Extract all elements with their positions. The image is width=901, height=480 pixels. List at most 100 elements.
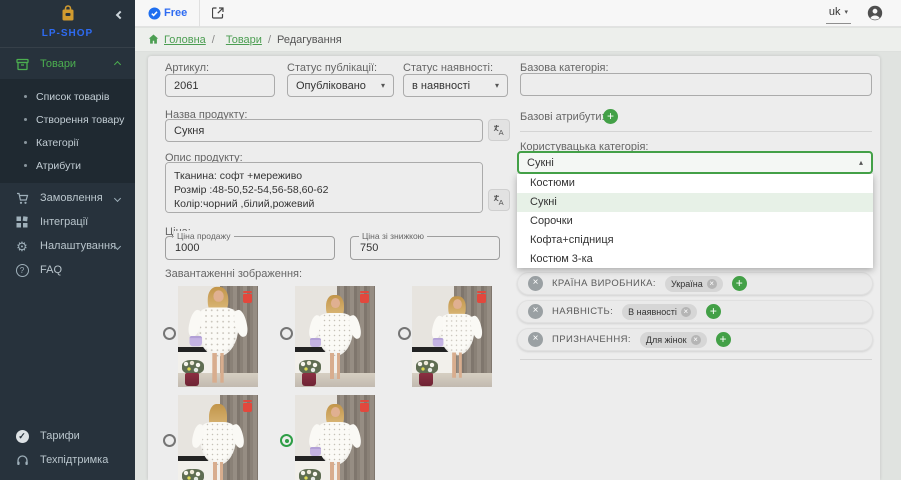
breadcrumb-current: Редагування — [277, 34, 342, 46]
sidebar-item-label: FAQ — [40, 264, 62, 276]
sidebar-item-attributes[interactable]: Атрибути — [0, 154, 135, 177]
plan-label: Free — [164, 7, 187, 19]
chevron-up-icon — [114, 60, 121, 67]
sidebar-item-tariffs[interactable]: ✓ Тарифи — [0, 424, 135, 448]
attribute-row-purpose: × ПРИЗНАЧЕННЯ: Для жінок× + — [517, 328, 873, 351]
avatar-icon — [867, 5, 883, 21]
publish-status-label: Статус публікації: — [287, 62, 377, 74]
delete-photo-icon[interactable] — [477, 291, 486, 303]
sidebar-item-faq[interactable]: ? FAQ — [0, 258, 135, 282]
sidebar-item-product-create[interactable]: Створення товару — [0, 108, 135, 131]
language-value: uk — [829, 6, 841, 18]
product-photo-2 — [295, 286, 375, 387]
sku-label: Артикул: — [165, 62, 209, 74]
remove-attribute-icon[interactable]: × — [528, 332, 543, 347]
sidebar-item-settings[interactable]: ⚙ Налаштування — [0, 234, 135, 258]
category-option-kofta[interactable]: Кофта+спідниця — [517, 230, 873, 249]
custom-category-select[interactable]: Сукні ▴ — [517, 151, 873, 174]
sidebar-collapse-icon[interactable] — [116, 11, 124, 19]
availability-status-label: Статус наявності: — [403, 62, 493, 74]
edit-product-card: Артикул: Статус публікації: Опубліковано… — [148, 56, 880, 480]
product-name-input[interactable] — [165, 119, 483, 142]
plan-badge[interactable]: Free — [148, 7, 187, 20]
main-photo-radio-2[interactable] — [280, 327, 293, 340]
publish-status-select[interactable]: Опубліковано ▾ — [287, 74, 394, 97]
main-photo-radio-1[interactable] — [163, 327, 176, 340]
sidebar-item-label: Інтеграції — [40, 216, 88, 228]
remove-value-icon[interactable]: × — [681, 307, 691, 317]
description-textarea[interactable]: Тканина: софт +мереживо Розмір :48-50,52… — [165, 162, 483, 213]
publish-status-value: Опубліковано — [296, 80, 366, 92]
attribute-value-chip: Для жінок× — [640, 332, 707, 348]
sidebar-item-integrations[interactable]: Інтеграції — [0, 210, 135, 234]
base-category-input[interactable] — [520, 73, 872, 96]
add-value-button[interactable]: + — [706, 304, 721, 319]
remove-value-icon[interactable]: × — [691, 335, 701, 345]
topbar-divider — [199, 0, 200, 27]
topbar-right: uk ▾ — [826, 3, 901, 24]
main-photo-radio-3[interactable] — [398, 327, 411, 340]
caret-down-icon: ▾ — [381, 81, 385, 90]
attribute-name: КРАЇНА ВИРОБНИКА: — [552, 278, 656, 289]
main-photo-radio-5[interactable] — [280, 434, 293, 447]
breadcrumb: Головна / Товари / Редагування — [135, 28, 901, 52]
delete-photo-icon[interactable] — [243, 291, 252, 303]
sidebar-item-orders[interactable]: Замовлення — [0, 186, 135, 210]
caret-down-icon: ▾ — [495, 81, 499, 90]
breadcrumb-separator: / — [212, 34, 215, 46]
external-link-icon — [212, 7, 224, 19]
sku-input[interactable] — [165, 74, 275, 97]
headset-icon — [15, 454, 29, 467]
verified-seal-icon — [148, 7, 161, 20]
breadcrumb-home[interactable]: Головна — [164, 34, 206, 46]
account-menu-button[interactable] — [867, 5, 883, 21]
divider — [520, 359, 872, 360]
sidebar-item-products[interactable]: Товари — [0, 52, 135, 76]
product-photo-1 — [178, 286, 258, 387]
sidebar-item-categories[interactable]: Категорії — [0, 131, 135, 154]
sale-price-field[interactable]: Ціна продажу 1000 — [165, 236, 335, 260]
sidebar-nav: Товари Список товарів Створення товару К… — [0, 52, 135, 282]
attribute-name: НАЯВНІСТЬ: — [552, 306, 613, 317]
language-select[interactable]: uk ▾ — [826, 3, 851, 24]
delete-photo-icon[interactable] — [243, 400, 252, 412]
availability-status-select[interactable]: в наявності ▾ — [403, 74, 508, 97]
sub-item-label: Список товарів — [36, 91, 109, 103]
home-icon — [148, 34, 159, 45]
delete-photo-icon[interactable] — [360, 400, 369, 412]
open-shop-button[interactable] — [212, 7, 224, 19]
breadcrumb-products[interactable]: Товари — [226, 34, 262, 46]
translate-icon: A — [493, 194, 505, 206]
attribute-row-country: × КРАЇНА ВИРОБНИКА: Україна × + — [517, 272, 873, 295]
discount-price-value: 750 — [360, 242, 378, 254]
svg-text:A: A — [499, 128, 504, 136]
delete-photo-icon[interactable] — [360, 291, 369, 303]
products-box-icon — [15, 58, 29, 71]
discount-price-label: Ціна зі знижкою — [359, 231, 427, 241]
attribute-value-chip: В наявності× — [622, 304, 697, 320]
remove-attribute-icon[interactable]: × — [528, 276, 543, 291]
category-option-kostiumy[interactable]: Костюми — [517, 174, 873, 193]
remove-attribute-icon[interactable]: × — [528, 304, 543, 319]
main: Free uk ▾ Головна / Товари / Редаг — [135, 0, 901, 480]
translate-description-button[interactable]: A — [488, 189, 510, 211]
add-value-button[interactable]: + — [716, 332, 731, 347]
main-photo-radio-4[interactable] — [163, 434, 176, 447]
add-base-attribute-button[interactable]: + — [603, 109, 618, 124]
chip-label: Україна — [671, 279, 703, 289]
category-option-sukni[interactable]: Сукні — [517, 193, 873, 212]
category-option-sorochky[interactable]: Сорочки — [517, 212, 873, 231]
sidebar-item-support[interactable]: Техпідтримка — [0, 448, 135, 472]
sidebar: LP-SHOP Товари Список товарів Створення … — [0, 0, 135, 480]
availability-status-value: в наявності — [412, 80, 470, 92]
category-option-kostium3[interactable]: Костюм 3-ка — [517, 249, 873, 268]
logo-text[interactable]: LP-SHOP — [0, 28, 135, 39]
sidebar-item-label: Товари — [40, 58, 76, 70]
content: Артикул: Статус публікації: Опубліковано… — [135, 52, 901, 480]
translate-icon: A — [493, 124, 505, 136]
remove-value-icon[interactable]: × — [707, 279, 717, 289]
discount-price-field[interactable]: Ціна зі знижкою 750 — [350, 236, 500, 260]
sidebar-item-product-list[interactable]: Список товарів — [0, 85, 135, 108]
add-value-button[interactable]: + — [732, 276, 747, 291]
translate-name-button[interactable]: A — [488, 119, 510, 141]
